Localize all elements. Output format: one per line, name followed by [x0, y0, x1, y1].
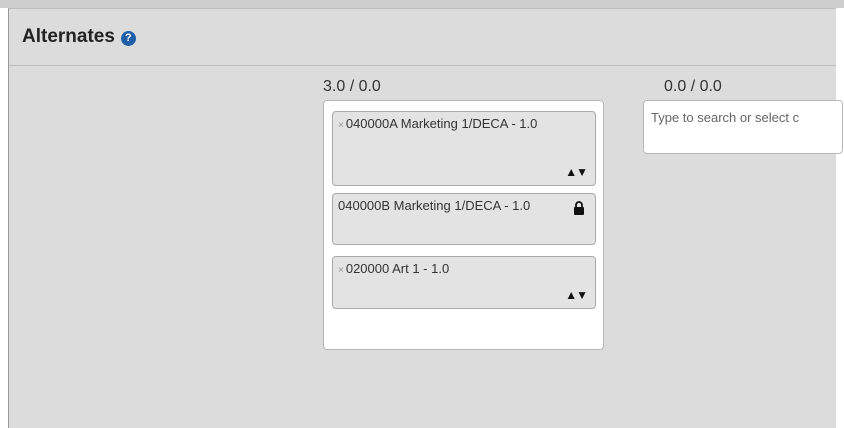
alternates-course-list[interactable]: × 040000A Marketing 1/DECA - 1.0 ▲▼ 04000…: [323, 100, 604, 350]
panel-title: Alternates: [22, 26, 115, 47]
help-icon[interactable]: ?: [120, 30, 136, 46]
course-item[interactable]: × 040000A Marketing 1/DECA - 1.0 ▲▼: [332, 111, 596, 186]
course-item-label: 020000 Art 1 - 1.0: [345, 261, 450, 276]
course-search-input[interactable]: [649, 109, 842, 126]
course-item-text: × 020000 Art 1 - 1.0: [338, 261, 558, 279]
course-item-label: 040000B Marketing 1/DECA - 1.0: [338, 198, 531, 213]
remove-x-icon[interactable]: ×: [338, 120, 344, 131]
course-item-text: 040000B Marketing 1/DECA - 1.0: [338, 198, 538, 214]
remove-x-icon[interactable]: ×: [338, 265, 344, 276]
course-item-label: 040000A Marketing 1/DECA - 1.0: [345, 116, 538, 131]
course-item-locked: 040000B Marketing 1/DECA - 1.0: [332, 193, 596, 245]
lock-icon: [574, 201, 584, 215]
up-down-arrows-icon[interactable]: ▲▼: [565, 165, 588, 179]
column-1-total: 3.0 / 0.0: [323, 78, 381, 95]
course-item-text: × 040000A Marketing 1/DECA - 1.0: [338, 116, 558, 134]
course-item[interactable]: × 020000 Art 1 - 1.0 ▲▼: [332, 256, 596, 309]
column-2-total: 0.0 / 0.0: [664, 78, 722, 95]
course-search-box[interactable]: [643, 100, 843, 154]
up-down-arrows-icon[interactable]: ▲▼: [565, 288, 588, 302]
top-strip: [0, 0, 844, 8]
panel-header: Alternates ?: [9, 9, 836, 66]
